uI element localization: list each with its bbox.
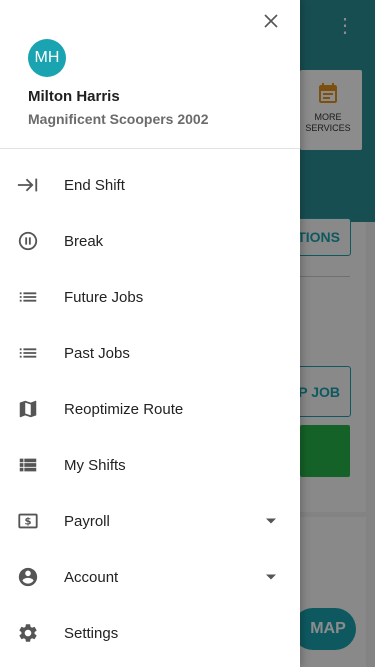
avatar: MH bbox=[28, 39, 66, 77]
gear-icon bbox=[17, 622, 39, 644]
menu-item-label: Break bbox=[64, 232, 104, 250]
chevron-down-icon[interactable] bbox=[266, 518, 276, 524]
menu-item-label: Future Jobs bbox=[64, 288, 144, 306]
menu-item-label: My Shifts bbox=[64, 456, 126, 474]
payroll-icon: $ bbox=[17, 510, 39, 532]
menu-item-reoptimize-route[interactable]: Reoptimize Route bbox=[0, 381, 300, 437]
navigation-drawer: MH Milton Harris Magnificent Scoopers 20… bbox=[0, 0, 300, 667]
menu-item-my-shifts[interactable]: My Shifts bbox=[0, 437, 300, 493]
close-drawer-button[interactable] bbox=[258, 8, 284, 34]
company-name: Magnificent Scoopers 2002 bbox=[28, 111, 209, 127]
list-icon bbox=[17, 286, 39, 308]
account-icon bbox=[17, 566, 39, 588]
pause-icon bbox=[17, 230, 39, 252]
menu-item-settings[interactable]: Settings bbox=[0, 605, 300, 661]
menu-item-label: Past Jobs bbox=[64, 344, 130, 362]
drawer-menu: End Shift Break Future Jobs Past Jobs Re… bbox=[0, 157, 300, 661]
menu-item-label: Reoptimize Route bbox=[64, 400, 184, 418]
close-icon bbox=[263, 13, 279, 29]
user-name: Milton Harris bbox=[28, 88, 120, 105]
list-icon bbox=[17, 342, 39, 364]
menu-item-end-shift[interactable]: End Shift bbox=[0, 157, 300, 213]
drawer-divider bbox=[0, 148, 300, 149]
menu-item-payroll[interactable]: $ Payroll bbox=[0, 493, 300, 549]
menu-item-label: End Shift bbox=[64, 176, 125, 194]
menu-item-account[interactable]: Account bbox=[0, 549, 300, 605]
menu-item-label: Account bbox=[64, 568, 119, 586]
chevron-down-icon[interactable] bbox=[266, 574, 276, 580]
end-shift-icon bbox=[17, 174, 39, 196]
menu-item-label: Payroll bbox=[64, 512, 110, 530]
menu-item-label: Settings bbox=[64, 624, 119, 642]
menu-item-break[interactable]: Break bbox=[0, 213, 300, 269]
map-icon bbox=[17, 398, 39, 420]
menu-item-past-jobs[interactable]: Past Jobs bbox=[0, 325, 300, 381]
menu-item-future-jobs[interactable]: Future Jobs bbox=[0, 269, 300, 325]
svg-text:$: $ bbox=[24, 517, 31, 528]
view-list-icon bbox=[17, 454, 39, 476]
